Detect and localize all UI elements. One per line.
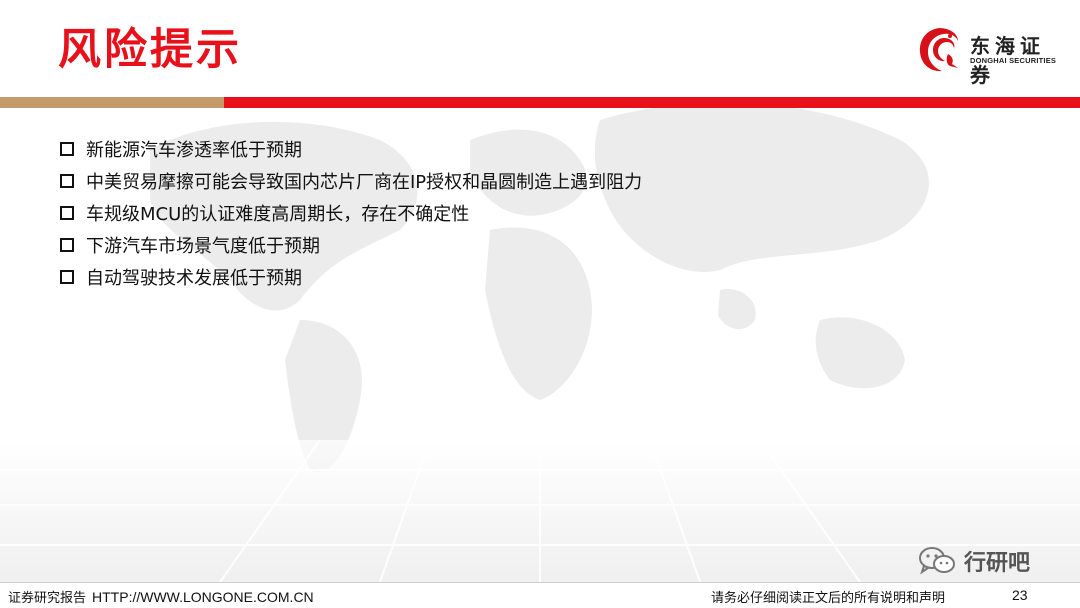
world-map-background (0, 102, 1080, 583)
risk-bullet-list: 新能源汽车渗透率低于预期 中美贸易摩擦可能会导致国内芯片厂商在IP授权和晶圆制造… (60, 133, 642, 293)
bullet-text: 下游汽车市场景气度低于预期 (86, 236, 320, 257)
watermark: 行研吧 (918, 545, 1030, 577)
hollow-square-icon (60, 238, 74, 252)
watermark-text: 行研吧 (964, 551, 1031, 576)
slide-title: 风险提示 (58, 25, 242, 75)
logo-name-en: DONGHAI SECURITIES (970, 56, 1057, 65)
bullet-text: 新能源汽车渗透率低于预期 (86, 140, 302, 161)
list-item: 中美贸易摩擦可能会导致国内芯片厂商在IP授权和晶圆制造上遇到阻力 (60, 165, 642, 197)
bullet-text: 中美贸易摩擦可能会导致国内芯片厂商在IP授权和晶圆制造上遇到阻力 (86, 172, 643, 193)
report-label: 证券研究报告 (8, 591, 87, 606)
list-item: 车规级MCU的认证难度高周期长，存在不确定性 (60, 197, 642, 229)
header-bar-tan (0, 97, 224, 108)
company-logo: 东海证券 DONGHAI SECURITIES (914, 24, 1066, 87)
hollow-square-icon (60, 174, 74, 188)
list-item: 自动驾驶技术发展低于预期 (60, 261, 642, 293)
hollow-square-icon (60, 270, 74, 284)
bullet-text: 车规级MCU的认证难度高周期长，存在不确定性 (86, 204, 470, 225)
dragon-logo-icon (919, 28, 958, 72)
bullet-text: 自动驾驶技术发展低于预期 (86, 268, 302, 289)
website-link[interactable]: HTTP://WWW.LONGONE.COM.CN (92, 589, 314, 605)
header-bar-red (224, 97, 1080, 108)
hollow-square-icon (60, 142, 74, 156)
footer-divider (0, 582, 1080, 583)
page-number: 23 (1012, 587, 1028, 603)
list-item: 新能源汽车渗透率低于预期 (60, 133, 642, 165)
list-item: 下游汽车市场景气度低于预期 (60, 229, 642, 261)
wechat-icon (919, 547, 955, 575)
hollow-square-icon (60, 206, 74, 220)
footer-disclaimer: 请务必仔细阅读正文后的所有说明和声明 (711, 591, 946, 606)
footer-left: 证券研究报告 HTTP://WWW.LONGONE.COM.CN (8, 587, 314, 606)
